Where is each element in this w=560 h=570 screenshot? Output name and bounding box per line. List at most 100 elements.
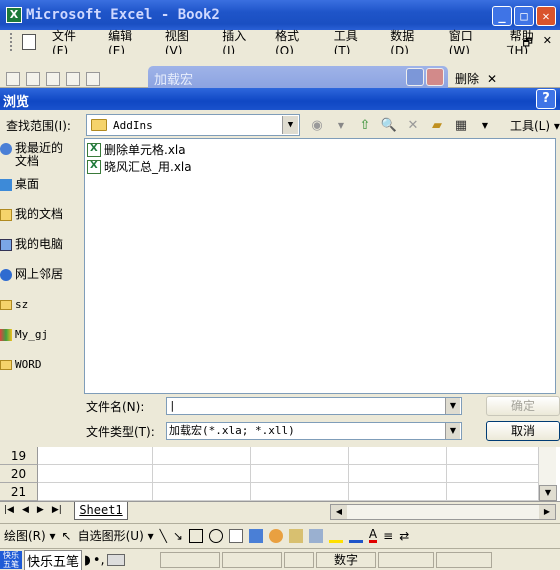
addins-close-icon[interactable]	[426, 68, 444, 86]
sheet-tab[interactable]: Sheet1	[74, 502, 128, 520]
menu-file[interactable]: 文件(F)	[44, 27, 100, 58]
last-sheet-icon[interactable]: ▶|	[52, 505, 62, 515]
scroll-left-icon[interactable]: ◀	[331, 505, 347, 519]
scroll-down-icon[interactable]: ▼	[539, 485, 557, 501]
line-icon[interactable]: ╲	[160, 529, 167, 543]
place-sz[interactable]: sz	[0, 298, 28, 311]
clipart-icon[interactable]	[288, 528, 303, 543]
row-header[interactable]: 21	[0, 483, 38, 501]
dialog-help-button[interactable]: ?	[536, 89, 556, 109]
worksheet-grid[interactable]: 19 20 21 ▼	[0, 447, 560, 501]
chevron-down-icon[interactable]: ▼	[282, 116, 298, 134]
excel-title-bar[interactable]: X Microsoft Excel - Book2 _ □ ✕	[0, 0, 560, 30]
wordart-icon[interactable]	[248, 528, 263, 543]
filename-label: 文件名(N):	[86, 400, 145, 414]
look-in-value: AddIns	[113, 118, 153, 132]
place-recent[interactable]: 我最近的文档	[0, 142, 70, 168]
chevron-down-icon[interactable]: ▼	[476, 116, 494, 134]
place-computer[interactable]: 我的电脑	[0, 238, 63, 251]
ime-bar[interactable]: 快乐五笔 快乐五笔 ◗ •,	[0, 549, 125, 570]
excel-icon: X	[6, 7, 22, 23]
oval-icon[interactable]	[208, 528, 223, 543]
save-icon[interactable]	[46, 72, 60, 86]
new-icon[interactable]	[6, 72, 20, 86]
chevron-down-icon[interactable]: ▼	[445, 423, 460, 439]
recent-icon	[0, 143, 12, 155]
filename-input[interactable]: | ▼	[166, 397, 462, 415]
maximize-button[interactable]: □	[514, 6, 534, 26]
place-desktop[interactable]: 桌面	[0, 178, 39, 191]
up-folder-icon[interactable]: ⇧	[356, 116, 374, 134]
place-computer-label: 我的电脑	[15, 237, 64, 251]
addins-help-icon[interactable]	[406, 68, 424, 86]
doc-close-button[interactable]: ✕	[543, 34, 552, 53]
horizontal-scrollbar[interactable]: ◀ ▶	[330, 504, 556, 520]
close-button[interactable]: ✕	[536, 6, 556, 26]
list-item[interactable]: 晓风汇总_用.xla	[87, 158, 555, 175]
open-icon[interactable]	[26, 72, 40, 86]
toolbar-grip[interactable]	[10, 33, 14, 51]
chevron-down-icon[interactable]: ▼	[445, 398, 460, 414]
chevron-down-icon[interactable]: ▼	[332, 116, 350, 134]
next-sheet-icon[interactable]: ▶	[37, 505, 44, 515]
menu-format[interactable]: 格式(O)	[267, 27, 326, 58]
delete-label[interactable]: 删除	[455, 70, 479, 87]
fill-color-icon[interactable]	[328, 529, 343, 543]
close-x-icon[interactable]: ✕	[487, 72, 497, 86]
keyboard-icon[interactable]	[106, 554, 125, 566]
delete-icon[interactable]: ✕	[404, 116, 422, 134]
ok-button[interactable]: 确定	[486, 396, 560, 416]
file-list[interactable]: 删除单元格.xla 晓风汇总_用.xla	[84, 138, 556, 394]
menu-window[interactable]: 窗口(W)	[441, 27, 502, 58]
back-icon[interactable]: ◉	[308, 116, 326, 134]
place-network[interactable]: 网上邻居	[0, 268, 63, 281]
textbox-icon[interactable]	[228, 528, 243, 543]
rectangle-icon[interactable]	[188, 528, 203, 543]
browse-dialog-title-bar[interactable]: 浏览 ?	[0, 88, 560, 110]
gridline	[348, 447, 349, 501]
font-color-icon[interactable]: A	[368, 528, 378, 543]
prev-sheet-icon[interactable]: ◀	[22, 505, 29, 515]
place-mygj[interactable]: My_gj	[0, 328, 48, 341]
browse-dialog-title: 浏览	[3, 95, 30, 110]
scroll-right-icon[interactable]: ▶	[539, 505, 555, 519]
menu-insert[interactable]: 插入(I)	[214, 27, 267, 58]
autoshapes-menu[interactable]: 自选图形(U) ▾	[78, 527, 154, 544]
first-sheet-icon[interactable]: |◀	[4, 505, 14, 515]
diagram-icon[interactable]	[268, 528, 283, 543]
tools-menu[interactable]: 工具(L) ▾	[510, 117, 560, 134]
moon-icon[interactable]: ◗	[84, 553, 91, 568]
row-header[interactable]: 19	[0, 447, 38, 465]
line-style-icon[interactable]: ≡	[383, 529, 393, 543]
filetype-select[interactable]: 加载宏(*.xla; *.xll) ▼	[166, 422, 462, 440]
line-color-icon[interactable]	[348, 529, 363, 543]
views-icon[interactable]: ▦	[452, 116, 470, 134]
menu-tools[interactable]: 工具(T)	[326, 27, 383, 58]
vertical-scrollbar[interactable]: ▼	[538, 447, 557, 501]
print-icon[interactable]	[66, 72, 80, 86]
select-pointer-icon[interactable]: ↖	[62, 529, 72, 543]
place-word[interactable]: WORD	[0, 358, 42, 371]
search-web-icon[interactable]: 🔍	[380, 116, 398, 134]
ime-name[interactable]: 快乐五笔	[24, 549, 83, 570]
place-documents[interactable]: 我的文档	[0, 208, 63, 221]
preview-icon[interactable]	[86, 72, 100, 86]
menu-edit[interactable]: 编辑(E)	[100, 27, 157, 58]
minimize-button[interactable]: _	[492, 6, 512, 26]
row-header[interactable]: 20	[0, 465, 38, 483]
picture-icon[interactable]	[308, 528, 323, 543]
doc-restore-button[interactable]: 🗗	[522, 34, 532, 53]
draw-menu[interactable]: 绘图(R) ▾	[4, 527, 56, 544]
punctuation-icon[interactable]: •,	[93, 553, 105, 568]
arrow-style-icon[interactable]: ⇄	[399, 529, 409, 543]
doc-minimize-button[interactable]: _	[507, 34, 513, 53]
status-bar: 快乐五笔 快乐五笔 ◗ •, 数字	[0, 548, 560, 570]
menu-view[interactable]: 视图(V)	[157, 27, 214, 58]
place-documents-label: 我的文档	[15, 207, 64, 221]
list-item[interactable]: 删除单元格.xla	[87, 141, 555, 158]
cancel-button[interactable]: 取消	[486, 421, 560, 441]
menu-data[interactable]: 数据(D)	[382, 27, 440, 58]
look-in-combo[interactable]: AddIns ▼	[86, 114, 300, 136]
arrow-icon[interactable]: ↘	[173, 529, 183, 543]
new-folder-icon[interactable]: ▰	[428, 116, 446, 134]
